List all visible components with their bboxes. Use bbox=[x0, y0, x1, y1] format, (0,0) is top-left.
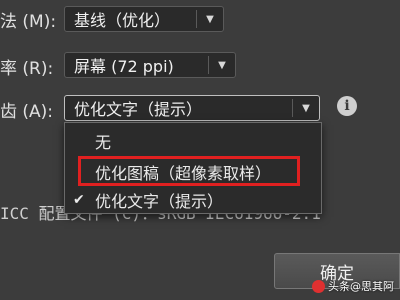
watermark-text: 头条@思其阿 bbox=[328, 280, 394, 293]
checkmark-icon: ✔ bbox=[73, 192, 85, 208]
dropdown-option-optimize-artwork[interactable]: 优化图稿（超像素取样） bbox=[65, 160, 321, 184]
resolution-label: 率 (R): bbox=[0, 59, 54, 79]
chevron-down-icon[interactable]: ▼ bbox=[292, 99, 319, 117]
chevron-down-icon[interactable]: ▼ bbox=[196, 10, 223, 28]
dropdown-option-none[interactable]: 无 bbox=[65, 129, 321, 153]
info-icon[interactable]: i bbox=[337, 96, 357, 116]
option-label: 无 bbox=[95, 133, 112, 152]
antialias-dropdown-menu: 无 优化图稿（超像素取样） ✔ 优化文字（提示） bbox=[64, 122, 322, 214]
watermark-logo-icon bbox=[312, 279, 325, 293]
antialias-select-value: 优化文字（提示） bbox=[74, 100, 203, 119]
resolution-select-value: 屏幕 (72 ppi) bbox=[74, 57, 174, 76]
chevron-down-icon[interactable]: ▼ bbox=[208, 56, 235, 74]
dropdown-option-optimize-text[interactable]: ✔ 优化文字（提示） bbox=[65, 188, 321, 212]
method-select-value: 基线（优化） bbox=[74, 11, 171, 30]
resolution-select[interactable]: 屏幕 (72 ppi) ▼ bbox=[64, 52, 236, 78]
watermark: 头条@思其阿 bbox=[312, 278, 394, 294]
option-label: 优化图稿（超像素取样） bbox=[95, 164, 272, 183]
method-select[interactable]: 基线（优化） ▼ bbox=[64, 6, 224, 32]
method-label: 法 (M): bbox=[0, 12, 57, 32]
antialias-select[interactable]: 优化文字（提示） ▼ bbox=[64, 95, 320, 121]
antialias-label: 齿 (A): bbox=[0, 102, 54, 122]
option-label: 优化文字（提示） bbox=[95, 192, 224, 211]
